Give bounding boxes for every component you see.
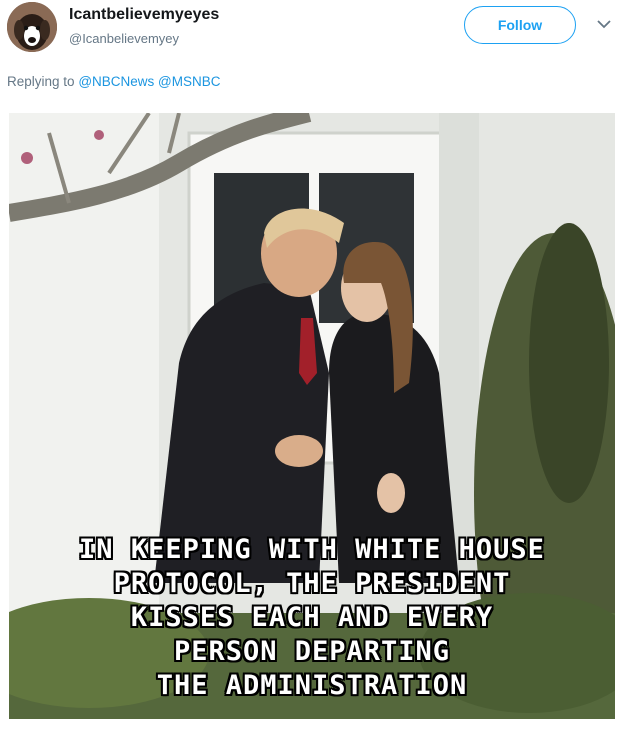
meme-caption: IN KEEPING WITH WHITE HOUSE PROTOCOL, TH… bbox=[9, 533, 615, 703]
follow-button[interactable]: Follow bbox=[464, 6, 576, 44]
mention-link-msnbc[interactable]: @MSNBC bbox=[158, 74, 220, 89]
caption-line: IN KEEPING WITH WHITE HOUSE bbox=[79, 534, 545, 565]
display-name[interactable]: Icantbelievemyeyes bbox=[69, 6, 219, 24]
replying-to: Replying to @NBCNews @MSNBC bbox=[7, 74, 221, 89]
user-handle[interactable]: @Icanbelievemyey bbox=[69, 31, 179, 46]
caption-line: PERSON DEPARTING bbox=[173, 636, 451, 667]
tweet-media-image[interactable]: IN KEEPING WITH WHITE HOUSE PROTOCOL, TH… bbox=[9, 113, 615, 719]
replying-to-label: Replying to bbox=[7, 74, 75, 89]
mention-link-nbcnews[interactable]: @NBCNews bbox=[78, 74, 154, 89]
chevron-down-icon[interactable] bbox=[596, 18, 612, 30]
avatar[interactable] bbox=[7, 2, 57, 52]
caption-line: PROTOCOL, THE PRESIDENT bbox=[113, 568, 511, 599]
caption-line: KISSES EACH AND EVERY bbox=[130, 602, 494, 633]
caption-line: THE ADMINISTRATION bbox=[156, 670, 468, 701]
dog-avatar-icon bbox=[7, 2, 57, 52]
